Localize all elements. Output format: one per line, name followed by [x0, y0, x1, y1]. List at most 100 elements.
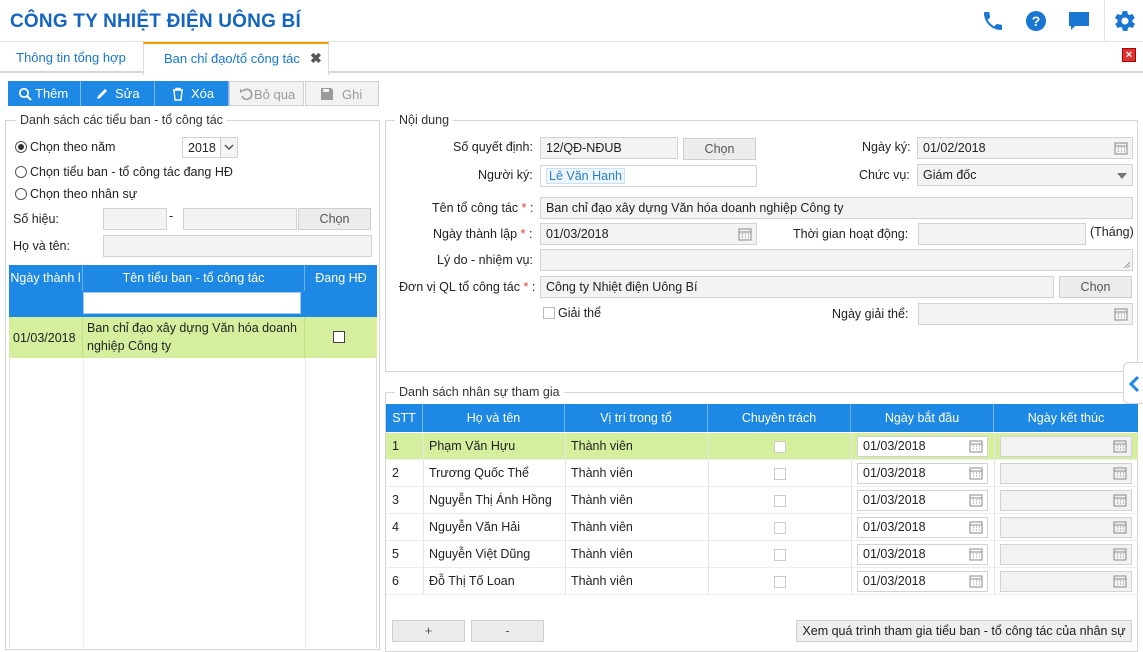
team-name-input[interactable]: Ban chỉ đạo xây dựng Văn hóa doanh nghiệ… [540, 197, 1133, 219]
start-date-input[interactable]: 01/03/2018 [857, 463, 988, 484]
calendar-icon[interactable] [969, 574, 983, 588]
code-from-input[interactable] [103, 208, 167, 230]
view-participation-history-button[interactable]: Xem quá trình tham gia tiểu ban - tổ côn… [796, 620, 1132, 642]
col-dedicated[interactable]: Chuyên trách [708, 404, 851, 432]
calendar-icon[interactable] [1113, 439, 1127, 453]
tab-steering-committee[interactable]: Ban chỉ đạo/tổ công tác [143, 42, 329, 75]
remove-staff-button[interactable]: - [471, 620, 544, 642]
resize-handle-icon[interactable] [1123, 261, 1130, 268]
signer-input[interactable]: Lê Văn Hanh [540, 165, 757, 187]
search-plus-icon [18, 87, 32, 101]
gear-icon[interactable] [1113, 9, 1137, 33]
staff-row[interactable]: 5 Nguyễn Việt Dũng Thành viên 01/03/2018 [386, 541, 1138, 568]
managing-unit-input[interactable]: Công ty Nhiệt điện Uông Bí [540, 276, 1054, 298]
calendar-icon[interactable] [969, 493, 983, 507]
chat-icon[interactable] [1067, 9, 1091, 33]
dedicated-checkbox[interactable] [774, 495, 786, 507]
decision-number-input[interactable]: 12/QĐ-NĐUB [540, 137, 678, 159]
signed-date-input[interactable]: 01/02/2018 [917, 137, 1133, 159]
add-staff-button[interactable]: + [392, 620, 465, 642]
dedicated-checkbox[interactable] [774, 468, 786, 480]
radio-active-committees[interactable] [15, 166, 27, 178]
calendar-icon[interactable] [1113, 547, 1127, 561]
staff-row[interactable]: 4 Nguyễn Văn Hải Thành viên 01/03/2018 [386, 514, 1138, 541]
dedicated-checkbox[interactable] [774, 522, 786, 534]
dropdown-arrow-icon[interactable] [1117, 173, 1127, 179]
col-end-date[interactable]: Ngày kết thúc [994, 404, 1138, 432]
col-fullname[interactable]: Họ và tên [423, 404, 565, 432]
staff-row[interactable]: 6 Đỗ Thị Tố Loan Thành viên 01/03/2018 [386, 568, 1138, 595]
calendar-icon[interactable] [738, 227, 752, 241]
calendar-icon[interactable] [969, 466, 983, 480]
calendar-icon[interactable] [969, 439, 983, 453]
close-tab-icon[interactable]: ✖ [310, 50, 322, 67]
reason-textarea[interactable] [540, 249, 1133, 271]
calendar-icon[interactable] [1113, 466, 1127, 480]
col-established-date[interactable]: Ngày thành l [9, 265, 83, 291]
dedicated-checkbox[interactable] [774, 441, 786, 453]
skip-button[interactable]: Bỏ qua [229, 81, 304, 106]
choose-unit-button[interactable]: Chọn [1059, 276, 1132, 298]
tab-general-info[interactable]: Thông tin tổng hợp [0, 42, 142, 73]
choose-decision-button[interactable]: Chọn [683, 138, 756, 160]
calendar-icon[interactable] [1113, 493, 1127, 507]
help-icon[interactable]: ? [1024, 9, 1048, 33]
staff-row[interactable]: 2 Trương Quốc Thể Thành viên 01/03/2018 [386, 460, 1138, 487]
end-date-input[interactable] [1000, 571, 1132, 592]
staff-row[interactable]: 3 Nguyễn Thị Ánh Hồng Thành viên 01/03/2018 [386, 487, 1138, 514]
edit-button[interactable]: Sửa [81, 81, 155, 106]
staff-legend: Danh sách nhân sự tham gia [395, 385, 564, 399]
end-date-input[interactable] [1000, 436, 1132, 457]
phone-icon[interactable] [981, 9, 1005, 33]
end-date-input[interactable] [1000, 463, 1132, 484]
table-row[interactable]: 01/03/2018 Ban chỉ đạo xây dựng Văn hóa … [9, 317, 377, 358]
calendar-icon[interactable] [1114, 141, 1128, 155]
staff-row[interactable]: 1 Phạm Văn Hựu Thành viên 01/03/2018 [386, 433, 1138, 460]
calendar-icon[interactable] [1114, 307, 1128, 321]
row-active-checkbox[interactable] [333, 331, 345, 343]
add-button[interactable]: Thêm [8, 81, 81, 106]
dedicated-checkbox[interactable] [774, 549, 786, 561]
dedicated-checkbox[interactable] [774, 576, 786, 588]
start-date-input[interactable]: 01/03/2018 [857, 436, 988, 457]
calendar-icon[interactable] [969, 520, 983, 534]
committee-name-filter-input[interactable] [83, 292, 301, 314]
start-date-input[interactable]: 01/03/2018 [857, 490, 988, 511]
col-stt[interactable]: STT [386, 404, 423, 432]
svg-text:?: ? [1032, 13, 1041, 29]
year-select[interactable]: 2018 [182, 137, 238, 158]
col-active[interactable]: Đang HĐ [305, 265, 377, 291]
close-window-icon[interactable]: × [1122, 48, 1136, 62]
dissolved-date-input[interactable] [918, 303, 1133, 325]
signer-value: Lê Văn Hanh [546, 168, 625, 184]
fullname-input[interactable] [103, 235, 372, 257]
calendar-icon[interactable] [969, 547, 983, 561]
end-date-input[interactable] [1000, 490, 1132, 511]
delete-button[interactable]: Xóa [155, 81, 229, 106]
radio-by-year[interactable] [15, 141, 27, 153]
settings-area[interactable] [1104, 0, 1143, 42]
established-date-input[interactable]: 01/03/2018 [540, 223, 757, 245]
code-to-input[interactable] [183, 208, 297, 230]
position-select[interactable]: Giám đốc [917, 164, 1133, 186]
dissolved-checkbox[interactable] [543, 307, 555, 319]
calendar-icon[interactable] [1113, 520, 1127, 534]
col-start-date[interactable]: Ngày bắt đầu [851, 404, 994, 432]
year-value: 2018 [188, 141, 216, 155]
collapse-panel-handle[interactable] [1123, 362, 1143, 404]
end-date-input[interactable] [1000, 517, 1132, 538]
operation-time-input[interactable] [918, 223, 1086, 245]
staff-stt: 5 [392, 547, 399, 561]
start-date-input[interactable]: 01/03/2018 [857, 517, 988, 538]
end-date-input[interactable] [1000, 544, 1132, 565]
start-date-input[interactable]: 01/03/2018 [857, 571, 988, 592]
chevron-down-icon[interactable] [220, 138, 237, 157]
choose-staff-button[interactable]: Chọn [298, 208, 371, 230]
row-established-date: 01/03/2018 [13, 331, 76, 345]
calendar-icon[interactable] [1113, 574, 1127, 588]
col-team-position[interactable]: Vị trí trong tổ [565, 404, 708, 432]
save-button[interactable]: Ghi [305, 81, 379, 106]
start-date-input[interactable]: 01/03/2018 [857, 544, 988, 565]
col-committee-name[interactable]: Tên tiểu ban - tổ công tác [83, 265, 305, 291]
radio-by-staff[interactable] [15, 188, 27, 200]
